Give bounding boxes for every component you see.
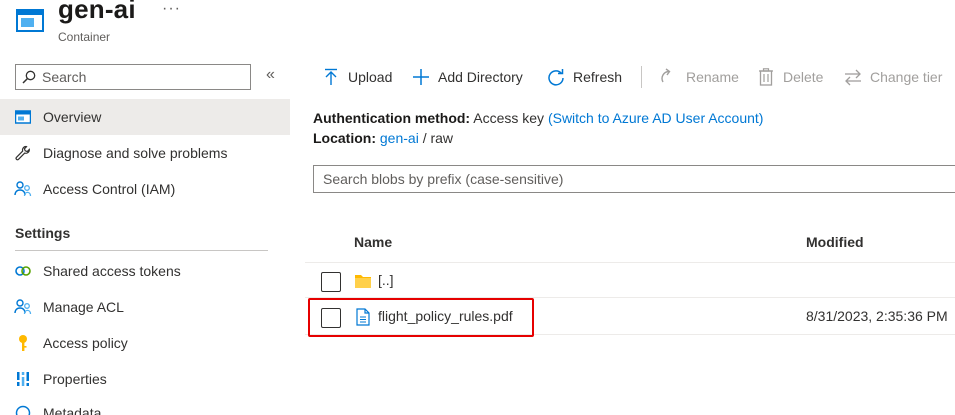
sidebar-item-shared-access-tokens[interactable]: Shared access tokens — [0, 253, 290, 289]
column-header-name[interactable]: Name — [354, 234, 392, 250]
plus-icon — [412, 68, 430, 86]
sidebar-item-metadata[interactable]: Metadata — [0, 395, 290, 415]
auth-label: Authentication method: — [313, 110, 471, 126]
location-container-link[interactable]: gen-ai — [380, 130, 419, 146]
auth-value: Access key — [473, 110, 545, 126]
row-name[interactable]: flight_policy_rules.pdf — [378, 308, 513, 324]
prefix-search-placeholder: Search blobs by prefix (case-sensitive) — [323, 171, 564, 187]
sidebar-item-manage-acl[interactable]: Manage ACL — [0, 289, 290, 325]
settings-divider — [15, 250, 268, 251]
row-modified: 8/31/2023, 2:35:36 PM — [806, 308, 948, 324]
rename-button[interactable]: Rename — [660, 66, 739, 88]
sidebar-search-input[interactable]: Search — [15, 64, 251, 90]
link-icon — [14, 262, 32, 280]
sidebar-item-label: Properties — [43, 371, 107, 387]
table-row[interactable]: flight_policy_rules.pdf 8/31/2023, 2:35:… — [305, 299, 955, 335]
upload-button[interactable]: Upload — [322, 66, 392, 88]
sidebar-item-label: Diagnose and solve problems — [43, 145, 228, 161]
trash-icon — [757, 68, 775, 86]
file-icon — [356, 308, 370, 326]
people-icon — [14, 180, 32, 198]
location-path: raw — [430, 130, 454, 146]
add-directory-button[interactable]: Add Directory — [412, 66, 523, 88]
location-separator: / — [422, 130, 427, 146]
switch-auth-link[interactable]: (Switch to Azure AD User Account) — [548, 110, 764, 126]
sidebar-item-label: Manage ACL — [43, 299, 124, 315]
search-placeholder: Search — [42, 69, 87, 85]
refresh-label: Refresh — [573, 69, 623, 85]
upload-icon — [322, 68, 340, 86]
sidebar-item-label: Overview — [43, 109, 102, 125]
sidebar-item-overview[interactable]: Overview — [0, 99, 290, 135]
authentication-method-row: Authentication method: Access key (Switc… — [313, 110, 763, 126]
row-checkbox[interactable] — [321, 308, 341, 328]
change-tier-button[interactable]: Change tier — [844, 66, 942, 88]
refresh-button[interactable]: Refresh — [547, 66, 622, 88]
key-icon — [14, 334, 32, 352]
change-tier-label: Change tier — [870, 69, 943, 85]
wrench-icon — [14, 144, 32, 162]
rename-icon — [660, 68, 678, 86]
sidebar-item-label: Access policy — [43, 335, 128, 351]
collapse-sidebar-button[interactable]: « — [266, 66, 275, 84]
location-row: Location: gen-ai / raw — [313, 130, 453, 146]
sidebar-item-label: Access Control (IAM) — [43, 181, 176, 197]
add-directory-label: Add Directory — [438, 69, 523, 85]
people-icon — [14, 298, 32, 316]
swap-arrows-icon — [844, 68, 862, 86]
delete-label: Delete — [783, 69, 824, 85]
table-row[interactable]: [..] — [305, 262, 955, 298]
row-checkbox[interactable] — [321, 272, 341, 292]
folder-icon — [355, 275, 371, 288]
blob-prefix-search-input[interactable]: Search blobs by prefix (case-sensitive) — [313, 165, 955, 193]
sidebar-item-iam[interactable]: Access Control (IAM) — [0, 171, 290, 207]
container-icon — [16, 9, 44, 32]
row-name[interactable]: [..] — [378, 272, 394, 288]
sidebar-item-label: Shared access tokens — [43, 263, 181, 279]
metadata-icon — [14, 404, 32, 415]
search-icon — [22, 70, 36, 84]
sidebar-item-access-policy[interactable]: Access policy — [0, 325, 290, 361]
more-options-button[interactable]: ··· — [162, 0, 181, 18]
overview-icon — [14, 108, 32, 126]
toolbar-divider — [641, 66, 642, 88]
rename-label: Rename — [686, 69, 739, 85]
settings-section-header: Settings — [15, 225, 71, 241]
column-header-modified[interactable]: Modified — [806, 234, 864, 250]
upload-label: Upload — [348, 69, 393, 85]
page-title: gen-ai — [58, 0, 136, 24]
properties-icon — [14, 370, 32, 388]
location-label: Location: — [313, 130, 376, 146]
sidebar-item-properties[interactable]: Properties — [0, 361, 290, 397]
sidebar-item-label: Metadata — [43, 405, 102, 415]
page-subtitle: Container — [58, 30, 111, 44]
refresh-icon — [547, 68, 565, 86]
sidebar-item-diagnose[interactable]: Diagnose and solve problems — [0, 135, 290, 171]
delete-button[interactable]: Delete — [757, 66, 823, 88]
